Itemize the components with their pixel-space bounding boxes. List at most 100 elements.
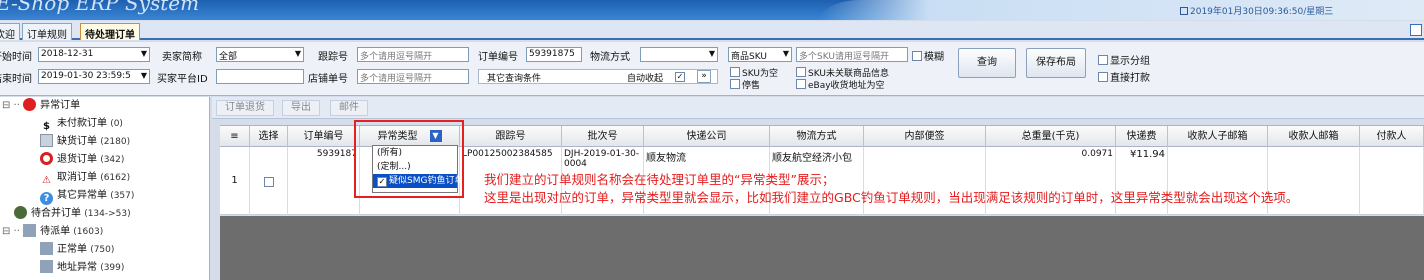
tree-item-normal[interactable]: 正常单 (750) (40, 241, 114, 259)
shipping-label: 物流方式 (590, 52, 630, 63)
sku-empty-checkbox[interactable] (730, 67, 740, 77)
direct-print-label: 直接打款 (1110, 73, 1150, 84)
show-group-checkbox[interactable] (1098, 55, 1108, 65)
shop-order-input[interactable]: 多个请用逗号隔开 (357, 69, 469, 84)
normal-icon (40, 242, 53, 255)
show-group-option[interactable]: 显示分组 (1098, 52, 1150, 67)
tree-item-count: (357) (110, 191, 135, 201)
tab-pending-orders[interactable]: 待处理订单 (80, 23, 140, 41)
sku-select-value: 商品SKU (731, 52, 767, 62)
stop-sale-checkbox[interactable] (730, 79, 740, 89)
tree-item-label: 取消订单 (57, 172, 97, 183)
row-menu-icon[interactable]: ≡ (220, 126, 250, 147)
row-select-cell (250, 147, 288, 215)
column-payer[interactable]: 付款人 (1360, 126, 1424, 147)
buyer-platform-input[interactable] (216, 69, 304, 84)
column-payee-email[interactable]: 收款人邮箱 (1268, 126, 1360, 147)
tab-bar: 欢迎 订单规则 待处理订单 (0, 21, 1424, 41)
tree-item-other-abnormal[interactable]: ? 其它异常单 (357) (40, 187, 134, 205)
tree-item-count: (2180) (100, 137, 131, 147)
auto-collapse-label: 自动收起 (627, 74, 664, 84)
column-order-no[interactable]: 订单编号 (288, 126, 360, 147)
tree-item-count: (0) (110, 119, 123, 129)
fuzzy-option[interactable]: 模糊 (912, 48, 944, 63)
row-index: 1 (220, 147, 250, 215)
tree-item-abnormal[interactable]: ⊟ ·· 异常订单 (2, 97, 80, 115)
row-order-no: 5939187 (288, 147, 360, 215)
show-group-label: 显示分组 (1110, 56, 1150, 67)
column-tracking[interactable]: 跟踪号 (460, 126, 562, 147)
tree-item-label: 异常订单 (40, 100, 81, 111)
tree-item-label: 待派单 (40, 226, 71, 237)
column-internal-note[interactable]: 内部便签 (864, 126, 986, 147)
sku-unlinked-checkbox[interactable] (796, 67, 806, 77)
order-no-value: 59391875 (529, 49, 575, 59)
app-logo: E-Shop ERP System (0, 0, 200, 15)
tab-welcome[interactable]: 欢迎 (0, 23, 20, 41)
fuzzy-label: 模糊 (924, 52, 944, 63)
fuzzy-checkbox[interactable] (912, 51, 922, 61)
query-button[interactable]: 查询 (958, 48, 1016, 78)
shipping-select[interactable]: ▼ (640, 47, 718, 62)
chevron-down-icon: ▼ (140, 49, 147, 58)
shop-order-placeholder: 多个请用逗号隔开 (360, 74, 433, 84)
other-conditions-bar[interactable]: 其它查询条件 自动收起 ✓ » (478, 69, 718, 84)
return-icon (40, 152, 53, 165)
tree-item-out-of-stock[interactable]: 缺货订单 (2180) (40, 133, 130, 151)
tree-item-cancelled[interactable]: ⚠ 取消订单 (6162) (40, 169, 130, 187)
sku-input[interactable]: 多个SKU请用逗号隔开 (796, 47, 908, 62)
tree-item-unpaid[interactable]: $ 未付款订单 (0) (40, 115, 123, 133)
window-restore-icon[interactable] (1410, 24, 1422, 36)
tree-item-to-merge[interactable]: 待合并订单 (134->53) (14, 205, 131, 223)
column-courier[interactable]: 快递公司 (644, 126, 770, 147)
column-shipping[interactable]: 物流方式 (770, 126, 864, 147)
tree-item-label: 地址异常 (57, 262, 97, 273)
tree-item-count: (134->53) (84, 209, 131, 219)
box-icon (40, 134, 53, 147)
tree-item-count: (399) (100, 263, 125, 273)
tree-item-count: (1603) (73, 227, 104, 237)
chevron-down-icon: ▼ (294, 49, 301, 58)
end-time-label: 结束时间 (0, 74, 32, 85)
filter-panel: 开始时间 2018-12-31 ▼ 结束时间 2019-01-30 23:59:5… (0, 42, 1424, 96)
row-checkbox[interactable] (264, 177, 274, 187)
column-payee-sub-email[interactable]: 收款人子邮箱 (1168, 126, 1268, 147)
seller-select[interactable]: 全部 ▼ (216, 47, 304, 62)
seller-value: 全部 (219, 52, 238, 62)
stop-sale-option[interactable]: 停售 (730, 78, 760, 91)
tree-item-count: (6162) (100, 173, 131, 183)
tab-order-rules[interactable]: 订单规则 (22, 23, 72, 41)
column-select[interactable]: 选择 (250, 126, 288, 147)
export-button[interactable]: 导出 (282, 100, 320, 116)
auto-collapse-checkbox[interactable]: ✓ (675, 72, 685, 82)
tree-item-to-dispatch[interactable]: ⊟ ·· 待派单 (1603) (2, 223, 103, 241)
direct-print-checkbox[interactable] (1098, 72, 1108, 82)
expand-toggle-icon[interactable]: » (697, 70, 711, 83)
seller-label: 卖家简称 (162, 52, 202, 63)
tree-item-address-abnormal[interactable]: 地址异常 (399) (40, 259, 124, 277)
order-return-button[interactable]: 订单退货 (216, 100, 274, 116)
column-batch[interactable]: 批次号 (562, 126, 644, 147)
end-time-input[interactable]: 2019-01-30 23:59:5 ▼ (38, 69, 150, 84)
tree-item-label: 退货订单 (57, 154, 97, 165)
sku-select[interactable]: 商品SKU ▼ (728, 47, 792, 62)
merge-icon (14, 206, 27, 219)
buyer-platform-label: 买家平台ID (157, 74, 208, 85)
column-weight[interactable]: 总重量(千克) (986, 126, 1116, 147)
ebay-empty-option[interactable]: eBay收货地址为空 (796, 78, 885, 91)
direct-print-option[interactable]: 直接打款 (1098, 69, 1150, 84)
mail-button[interactable]: 邮件 (330, 100, 368, 116)
column-shipping-fee[interactable]: 快递费 (1116, 126, 1168, 147)
ebay-empty-checkbox[interactable] (796, 79, 806, 89)
tree-item-returns[interactable]: 退货订单 (342) (40, 151, 124, 169)
save-layout-button[interactable]: 保存布局 (1026, 48, 1086, 78)
stop-sale-label: 停售 (742, 81, 761, 91)
start-time-input[interactable]: 2018-12-31 ▼ (38, 47, 150, 62)
question-icon: ? (40, 192, 53, 205)
start-time-value: 2018-12-31 (41, 49, 94, 59)
order-no-label: 订单编号 (478, 52, 518, 63)
tree-item-label: 正常单 (57, 244, 87, 255)
order-no-input[interactable]: 59391875 (526, 47, 582, 62)
tree-item-count: (750) (90, 245, 115, 255)
tracking-input[interactable]: 多个请用逗号隔开 (357, 47, 469, 62)
